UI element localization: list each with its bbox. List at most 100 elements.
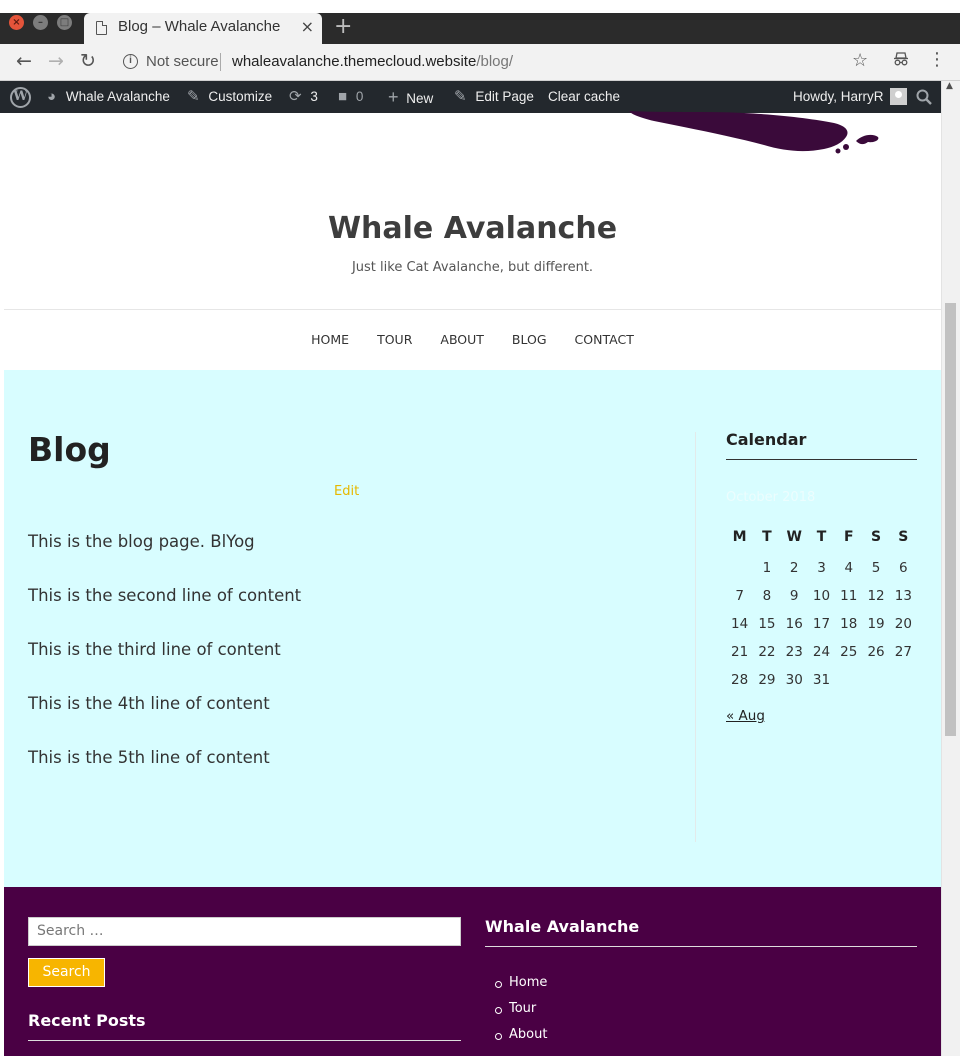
calendar-day: 5 bbox=[871, 560, 881, 576]
column-divider bbox=[695, 432, 696, 842]
admin-edit-page-label: Edit Page bbox=[475, 89, 534, 104]
content-paragraph: This is the second line of content bbox=[28, 586, 302, 605]
admin-comments-link[interactable]: ■ 0 bbox=[338, 81, 363, 113]
calendar-weekday: T bbox=[762, 529, 772, 545]
info-icon[interactable]: i bbox=[123, 54, 138, 69]
forward-arrow-icon[interactable]: → bbox=[48, 50, 64, 72]
nav-item-home[interactable]: HOME bbox=[297, 310, 363, 370]
calendar-day: 2 bbox=[789, 560, 799, 576]
admin-customize-link[interactable]: ✎ Customize bbox=[187, 81, 272, 113]
page-scrollbar[interactable]: ▲ bbox=[941, 81, 960, 1056]
window-close-button[interactable]: × bbox=[9, 15, 24, 30]
calendar-day bbox=[890, 666, 917, 694]
calendar-day: 30 bbox=[785, 672, 803, 688]
nav-item-blog[interactable]: BLOG bbox=[498, 310, 561, 370]
calendar-day: 14 bbox=[731, 616, 749, 632]
calendar-weekday: T bbox=[816, 529, 827, 545]
edit-link[interactable]: Edit bbox=[334, 484, 359, 499]
footer-menu-item[interactable]: Tour bbox=[485, 999, 547, 1025]
main-column: Blog Edit This is the blog page. BlYog T… bbox=[28, 370, 695, 840]
scrollbar-thumb[interactable] bbox=[945, 303, 956, 736]
new-tab-button[interactable]: + bbox=[334, 14, 352, 39]
calendar-day: 7 bbox=[735, 588, 744, 604]
calendar-day: 28 bbox=[731, 672, 749, 688]
site-title[interactable]: Whale Avalanche bbox=[4, 211, 941, 246]
browser-tab-active[interactable]: Blog – Whale Avalanche × bbox=[84, 13, 322, 44]
calendar-day: 18 bbox=[840, 616, 858, 632]
calendar-day: 19 bbox=[867, 616, 885, 632]
wordpress-logo-icon[interactable]: W bbox=[10, 87, 31, 108]
admin-new-link[interactable]: + New bbox=[388, 81, 433, 113]
calendar-day: 24 bbox=[812, 644, 831, 660]
calendar-weekday-row: MTWTFSS bbox=[726, 520, 917, 554]
calendar-day: 3 bbox=[817, 560, 826, 576]
calendar-prev-month-link[interactable]: « Aug bbox=[726, 708, 765, 724]
reload-icon[interactable]: ↻ bbox=[80, 50, 96, 72]
footer-menu-item[interactable]: About bbox=[485, 1025, 547, 1051]
pencil-icon: ✎ bbox=[454, 88, 467, 105]
calendar-day: 4 bbox=[844, 560, 854, 576]
calendar-day: 1 bbox=[762, 560, 772, 576]
window-maximize-button[interactable]: □ bbox=[57, 15, 72, 30]
admin-search-icon[interactable] bbox=[916, 81, 932, 113]
calendar-day bbox=[835, 666, 862, 694]
tab-close-icon[interactable]: × bbox=[301, 17, 314, 36]
admin-site-name: Whale Avalanche bbox=[65, 89, 170, 104]
site-description: Just like Cat Avalanche, but different. bbox=[351, 260, 594, 275]
content-paragraph: This is the blog page. BlYog bbox=[28, 532, 255, 551]
calendar-day: 27 bbox=[894, 644, 912, 660]
calendar-weekday: W bbox=[786, 529, 802, 545]
back-arrow-icon[interactable]: ← bbox=[16, 50, 32, 72]
calendar-day: 6 bbox=[899, 560, 908, 576]
calendar-table: MTWTFSS 1 2 3 4 5 6 7 8 9 10 11 12 13 14 15 16 17 18 19 20 2… bbox=[726, 520, 917, 694]
updates-icon: ⟳ bbox=[289, 88, 302, 105]
tab-strip: × – □ Blog – Whale Avalanche × + bbox=[0, 0, 960, 44]
site-footer: Search … Search Recent Posts Whale Avala… bbox=[4, 887, 941, 1056]
admin-site-link[interactable]: ◕ Whale Avalanche bbox=[47, 81, 170, 113]
calendar-weekday: S bbox=[898, 529, 909, 545]
bookmark-star-icon[interactable]: ☆ bbox=[852, 50, 868, 71]
calendar-widget-title: Calendar bbox=[726, 430, 917, 460]
scroll-up-arrow-icon[interactable]: ▲ bbox=[946, 81, 953, 91]
browser-menu-icon[interactable]: ⋮ bbox=[928, 51, 946, 69]
window-minimize-button[interactable]: – bbox=[33, 15, 48, 30]
admin-clear-cache-link[interactable]: Clear cache bbox=[548, 81, 620, 113]
calendar-week-row: 1 2 3 4 5 6 bbox=[726, 554, 917, 582]
incognito-icon[interactable] bbox=[893, 52, 909, 70]
site-header: Whale Avalanche Just like Cat Avalanche,… bbox=[4, 111, 941, 309]
calendar-day: 21 bbox=[731, 644, 749, 660]
nav-item-tour[interactable]: TOUR bbox=[363, 310, 426, 370]
footer-menu-item[interactable]: Home bbox=[485, 973, 547, 999]
content-paragraph: This is the 5th line of content bbox=[28, 748, 270, 767]
calendar-day: 9 bbox=[789, 588, 799, 604]
footer-menu: Home Tour About bbox=[485, 973, 547, 1051]
calendar-day: 25 bbox=[840, 644, 858, 660]
calendar-day: 23 bbox=[785, 644, 803, 660]
content-paragraph: This is the 4th line of content bbox=[28, 694, 270, 713]
admin-customize-label: Customize bbox=[208, 89, 273, 104]
comments-count: 0 bbox=[355, 89, 364, 104]
nav-item-contact[interactable]: CONTACT bbox=[561, 310, 648, 370]
url-path: /blog/ bbox=[476, 53, 514, 70]
sidebar: Calendar October 2018 MTWTFSS 1234567891… bbox=[726, 370, 917, 840]
admin-updates-link[interactable]: ⟳ 3 bbox=[289, 81, 318, 113]
nav-menu: HOME TOUR ABOUT BLOG CONTACT bbox=[4, 310, 941, 370]
calendar-day: 17 bbox=[812, 616, 831, 632]
calendar-caption: October 2018 bbox=[726, 490, 816, 505]
nav-item-about[interactable]: ABOUT bbox=[426, 310, 498, 370]
url-field[interactable]: whaleavalanche.themecloud.website/blog/ bbox=[232, 53, 513, 70]
comment-icon: ■ bbox=[338, 88, 348, 105]
main-navigation: HOME TOUR ABOUT BLOG CONTACT bbox=[4, 309, 941, 370]
calendar-day: 26 bbox=[867, 644, 885, 660]
calendar-day bbox=[862, 666, 889, 694]
admin-new-label: New bbox=[406, 91, 434, 106]
calendar-week-row: 14 15 16 17 18 19 20 bbox=[726, 610, 917, 638]
calendar-week-row: 7 8 9 10 11 12 13 bbox=[726, 582, 917, 610]
not-secure-label[interactable]: Not secure bbox=[146, 53, 219, 70]
content-paragraph: This is the third line of content bbox=[28, 640, 281, 659]
footer-search-input[interactable]: Search … bbox=[28, 917, 461, 946]
admin-edit-page-link[interactable]: ✎ Edit Page bbox=[454, 81, 534, 113]
calendar-day: 12 bbox=[867, 588, 885, 604]
calendar-day: 13 bbox=[894, 588, 912, 604]
footer-search-button[interactable]: Search bbox=[28, 958, 105, 987]
